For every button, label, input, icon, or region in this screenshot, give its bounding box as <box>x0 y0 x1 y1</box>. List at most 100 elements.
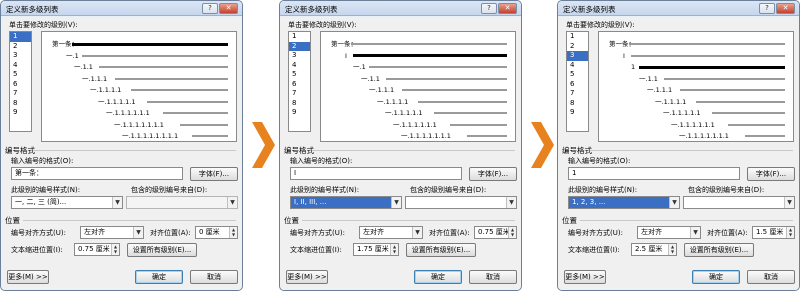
level-item-1[interactable]: 1 <box>567 32 588 42</box>
more-button[interactable]: 更多(M) >> <box>7 270 49 284</box>
level-item-7[interactable]: 7 <box>567 89 588 99</box>
preview-label: 一.1.1.1.1.1.1 <box>393 120 437 129</box>
next-step-arrow-icon <box>531 122 554 168</box>
number-style-select[interactable]: 1, 2, 3, ... ▼ <box>568 196 680 209</box>
level-list[interactable]: 123456789 <box>9 31 32 132</box>
more-button[interactable]: 更多(M) >> <box>286 270 328 284</box>
set-all-levels-button[interactable]: 设置所有级别(E)... <box>127 243 197 257</box>
cancel-button[interactable]: 取消 <box>190 270 238 284</box>
help-button[interactable]: ? <box>202 3 218 14</box>
level-item-9[interactable]: 9 <box>289 108 310 118</box>
level-item-7[interactable]: 7 <box>289 89 310 99</box>
cancel-button[interactable]: 取消 <box>469 270 517 284</box>
help-button[interactable]: ? <box>481 3 497 14</box>
alignment-select[interactable]: 左对齐 ▼ <box>637 226 701 239</box>
level-item-2[interactable]: 2 <box>10 42 31 52</box>
level-item-4[interactable]: 4 <box>10 61 31 71</box>
chevron-down-icon[interactable]: ▼ <box>412 227 422 238</box>
close-button[interactable]: ✕ <box>498 3 517 14</box>
help-button[interactable]: ? <box>759 3 775 14</box>
include-level-select[interactable]: ▼ <box>126 196 238 209</box>
level-item-1[interactable]: 1 <box>10 32 31 42</box>
alignment-select[interactable]: 左对齐 ▼ <box>80 226 144 239</box>
level-item-7[interactable]: 7 <box>10 89 31 99</box>
preview-label: 一.1.1.1.1.1.1 <box>671 120 715 129</box>
spinner-arrows-icon[interactable]: ▲ ▼ <box>786 227 794 238</box>
chevron-down-icon[interactable]: ▼ <box>112 197 122 208</box>
level-item-4[interactable]: 4 <box>289 61 310 71</box>
level-item-5[interactable]: 5 <box>10 70 31 80</box>
close-button[interactable]: ✕ <box>776 3 795 14</box>
include-level-select[interactable]: ▼ <box>405 196 517 209</box>
title-bar: 定义新多级列表 ? ✕ <box>280 1 521 16</box>
text-indent-spinner[interactable]: 2.5 厘米 ▲ ▼ <box>631 243 677 256</box>
chevron-down-icon[interactable]: ▼ <box>133 227 143 238</box>
level-item-9[interactable]: 9 <box>567 108 588 118</box>
text-indent-spinner[interactable]: 0.75 厘米 ▲ ▼ <box>74 243 120 256</box>
align-label: 编号对齐方式(U): <box>290 229 345 237</box>
level-item-9[interactable]: 9 <box>10 108 31 118</box>
font-button[interactable]: 字体(F)... <box>747 167 795 181</box>
level-list[interactable]: 123456789 <box>288 31 311 132</box>
level-item-5[interactable]: 5 <box>567 70 588 80</box>
level-item-3[interactable]: 3 <box>289 51 310 61</box>
list-preview: 第一条： 一.1 一.1.1 一.1.1.1 一.1.1.1.1 一.1.1.1.1.1 一… <box>41 31 237 142</box>
level-item-2[interactable]: 2 <box>567 42 588 52</box>
level-item-2[interactable]: 2 <box>289 41 310 51</box>
dialog-title: 定义新多级列表 <box>285 5 338 14</box>
align-at-spinner[interactable]: 1.5 厘米 ▲ ▼ <box>752 226 795 239</box>
chevron-down-icon[interactable]: ▼ <box>669 197 679 208</box>
level-item-8[interactable]: 8 <box>10 99 31 109</box>
spinner-arrows-icon[interactable]: ▲ ▼ <box>111 244 119 255</box>
level-item-1[interactable]: 1 <box>289 32 310 42</box>
level-item-6[interactable]: 6 <box>567 80 588 90</box>
preview-label: 一.1.1.1.1 <box>90 86 122 94</box>
level-list[interactable]: 123456789 <box>566 31 589 132</box>
number-format-input[interactable]: 第一条： <box>11 167 183 180</box>
alignment-value: 左对齐 <box>641 228 662 236</box>
ok-button[interactable]: 确定 <box>414 270 462 284</box>
chevron-down-icon[interactable]: ▼ <box>690 227 700 238</box>
more-button[interactable]: 更多(M) >> <box>564 270 606 284</box>
alignment-select[interactable]: 左对齐 ▼ <box>359 226 423 239</box>
spinner-arrows-icon[interactable]: ▲ ▼ <box>668 244 676 255</box>
level-item-3[interactable]: 3 <box>567 51 588 61</box>
preview-label: 一.1.1.1.1.1.1.1.1 <box>122 132 179 140</box>
set-all-levels-button[interactable]: 设置所有级别(E)... <box>684 243 754 257</box>
spinner-arrows-icon[interactable]: ▲ ▼ <box>229 227 237 238</box>
level-item-3[interactable]: 3 <box>10 51 31 61</box>
font-button[interactable]: 字体(F)... <box>469 167 517 181</box>
level-item-8[interactable]: 8 <box>567 99 588 109</box>
font-button[interactable]: 字体(F)... <box>190 167 238 181</box>
chevron-down-icon[interactable]: ▼ <box>391 197 401 208</box>
close-button[interactable]: ✕ <box>219 3 238 14</box>
level-item-5[interactable]: 5 <box>289 70 310 80</box>
level-item-6[interactable]: 6 <box>289 80 310 90</box>
level-item-8[interactable]: 8 <box>289 99 310 109</box>
ok-button[interactable]: 确定 <box>692 270 740 284</box>
align-at-spinner[interactable]: 0.75 厘米 ▲ ▼ <box>474 226 517 239</box>
spinner-arrows-icon[interactable]: ▲ ▼ <box>390 244 398 255</box>
align-at-spinner[interactable]: 0 厘米 ▲ ▼ <box>195 226 238 239</box>
ok-button[interactable]: 确定 <box>135 270 183 284</box>
preview-line: 一.1.1.1.1.1 <box>599 109 793 117</box>
position-section-title: 位置 <box>5 216 20 225</box>
number-style-select[interactable]: I, II, III, ... ▼ <box>290 196 402 209</box>
number-format-input[interactable]: 1 <box>568 167 740 180</box>
preview-text-bar <box>163 112 228 114</box>
chevron-down-icon[interactable]: ▼ <box>784 197 794 208</box>
preview-line: 第一条： <box>321 40 515 48</box>
number-format-input[interactable]: I <box>290 167 462 180</box>
chevron-down-icon[interactable]: ▼ <box>506 197 516 208</box>
list-preview: 第一条： I 一.1 一.1.1 一.1.1.1 一.1.1.1.1 一.1.1.1.1.1… <box>320 31 516 142</box>
set-all-levels-button[interactable]: 设置所有级别(E)... <box>406 243 476 257</box>
level-item-6[interactable]: 6 <box>10 80 31 90</box>
level-item-4[interactable]: 4 <box>567 61 588 71</box>
preview-label: 一.1.1.1.1.1.1.1 <box>679 132 729 140</box>
spinner-arrows-icon[interactable]: ▲ ▼ <box>508 227 516 238</box>
number-style-select[interactable]: 一, 二, 三 (简)... ▼ <box>11 196 123 209</box>
cancel-button[interactable]: 取消 <box>747 270 795 284</box>
chevron-down-icon[interactable]: ▼ <box>227 197 237 208</box>
include-level-select[interactable]: ▼ <box>683 196 795 209</box>
text-indent-spinner[interactable]: 1.75 厘米 ▲ ▼ <box>353 243 399 256</box>
